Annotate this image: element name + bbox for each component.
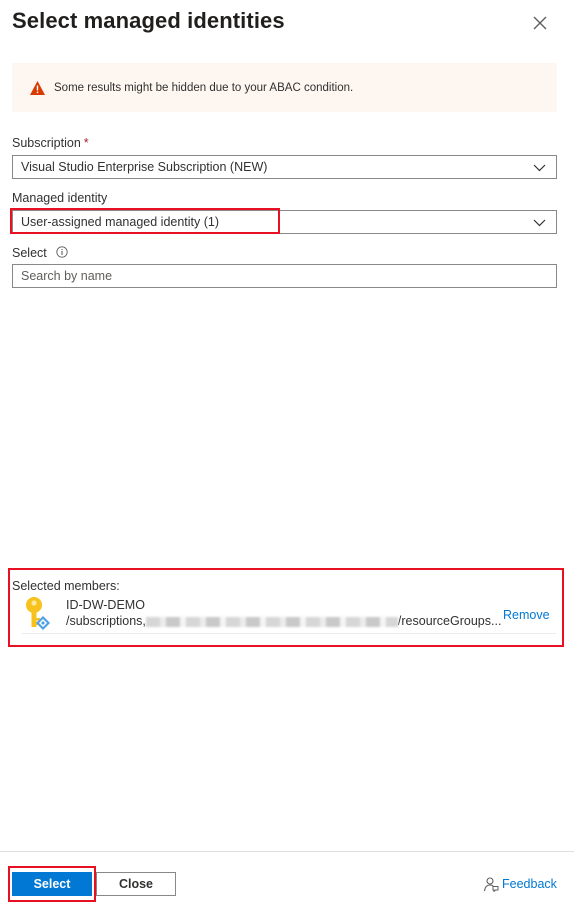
- member-divider: [22, 633, 556, 634]
- managed-identity-value: User-assigned managed identity (1): [21, 215, 220, 229]
- search-input[interactable]: [12, 264, 557, 288]
- subscription-label-text: Subscription: [12, 136, 81, 150]
- close-button[interactable]: Close: [96, 872, 176, 896]
- subscription-label: Subscription *: [12, 136, 89, 150]
- member-path-suffix: /resourceGroups...: [397, 614, 502, 628]
- list-item: ID-DW-DEMO /subscriptions, /resourceGroup…: [22, 596, 556, 634]
- managed-identity-dropdown[interactable]: User-assigned managed identity (1): [12, 210, 557, 234]
- subscription-value: Visual Studio Enterprise Subscription (N…: [21, 160, 268, 174]
- chevron-down-icon: [533, 164, 546, 172]
- banner-text: Some results might be hidden due to your…: [54, 81, 354, 94]
- remove-member-link[interactable]: Remove: [503, 608, 550, 622]
- select-label: Select: [12, 246, 68, 260]
- info-icon[interactable]: [56, 246, 68, 258]
- feedback-label: Feedback: [502, 877, 557, 891]
- close-icon[interactable]: [531, 14, 549, 32]
- select-button[interactable]: Select: [12, 872, 92, 896]
- abac-warning-banner: Some results might be hidden due to your…: [12, 63, 557, 112]
- select-label-text: Select: [12, 246, 47, 260]
- member-path: /subscriptions, /resourceGroups...: [66, 614, 501, 628]
- feedback-link[interactable]: Feedback: [483, 876, 557, 892]
- redacted-subscription-id: [145, 616, 398, 627]
- subscription-dropdown[interactable]: Visual Studio Enterprise Subscription (N…: [12, 155, 557, 179]
- member-path-prefix: /subscriptions,: [66, 614, 146, 628]
- feedback-icon: [483, 877, 499, 892]
- footer-divider: [0, 851, 574, 852]
- member-name: ID-DW-DEMO: [66, 598, 145, 612]
- panel-title: Select managed identities: [12, 8, 285, 33]
- required-marker: *: [83, 136, 89, 150]
- managed-identity-key-icon: [26, 597, 50, 630]
- managed-identity-label: Managed identity: [12, 191, 108, 205]
- warning-icon: [30, 80, 45, 95]
- selected-members-label: Selected members:: [12, 579, 120, 593]
- chevron-down-icon: [533, 219, 546, 227]
